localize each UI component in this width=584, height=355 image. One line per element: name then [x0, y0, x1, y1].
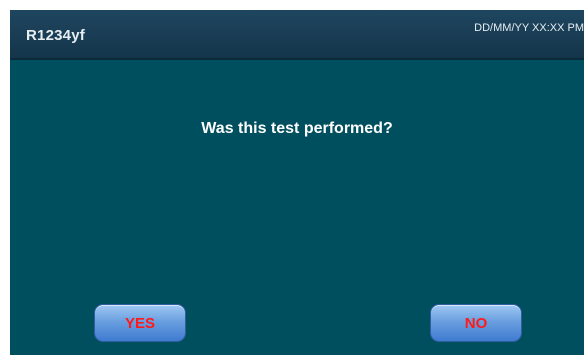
app-title: R1234yf: [26, 27, 85, 44]
no-button[interactable]: NO: [430, 304, 522, 342]
device-screen: R1234yf DD/MM/YY XX:XX PM Was this test …: [10, 10, 584, 355]
yes-button[interactable]: YES: [94, 304, 186, 342]
no-button-label: NO: [464, 314, 488, 332]
question-text: Was this test performed?: [201, 120, 393, 137]
datetime-display: DD/MM/YY XX:XX PM: [474, 22, 584, 34]
header-bar: R1234yf DD/MM/YY XX:XX PM: [10, 10, 584, 58]
header-divider: [10, 58, 584, 60]
yes-button-label: YES: [124, 314, 155, 332]
